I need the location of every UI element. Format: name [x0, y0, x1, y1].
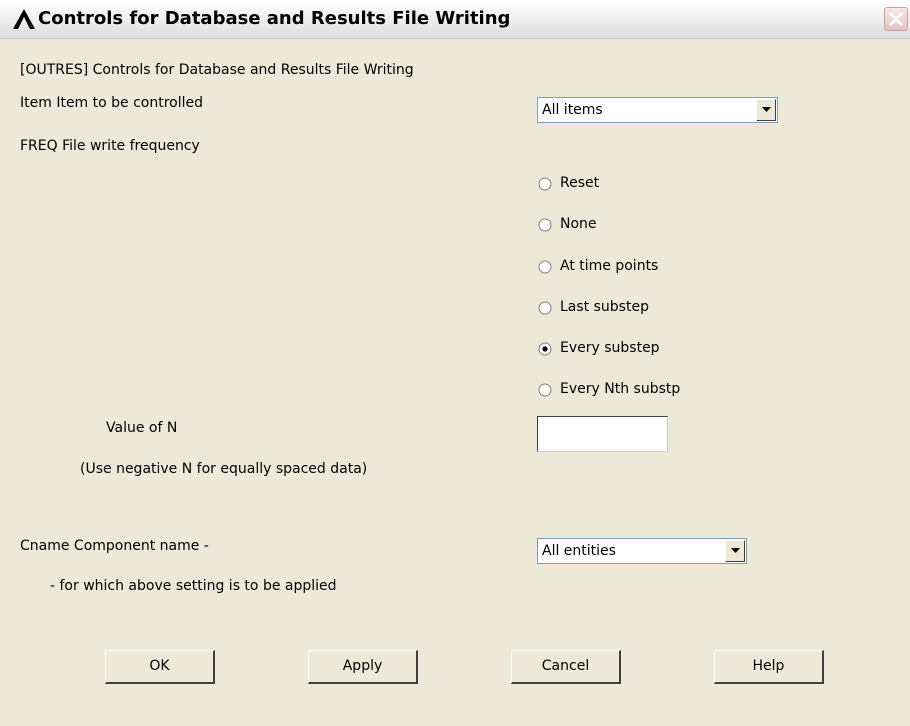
freq-label: FREQ File write frequency	[20, 138, 200, 154]
title-bar[interactable]: Controls for Database and Results File W…	[0, 0, 910, 39]
value-of-n-label: Value of N	[106, 420, 178, 436]
radio-button-icon[interactable]	[538, 218, 552, 232]
value-of-n-input[interactable]	[537, 416, 668, 452]
chevron-down-icon	[762, 107, 771, 112]
chevron-down-icon	[731, 548, 740, 553]
close-icon	[889, 12, 903, 26]
radio-button-selected-icon[interactable]	[538, 342, 552, 356]
cname-sublabel: - for which above setting is to be appli…	[50, 578, 337, 594]
item-dropdown-value: All items	[542, 102, 603, 118]
window-title: Controls for Database and Results File W…	[38, 8, 511, 29]
freq-option-label: None	[560, 216, 597, 232]
freq-option-label: Reset	[560, 175, 600, 191]
freq-option-label: Every substep	[560, 340, 660, 356]
help-button[interactable]: Help	[714, 650, 824, 684]
item-dropdown[interactable]: All items	[537, 97, 778, 123]
cancel-button[interactable]: Cancel	[511, 650, 621, 684]
value-of-n-hint: (Use negative N for equally spaced data)	[80, 461, 368, 477]
cname-dropdown[interactable]: All entities	[537, 538, 747, 564]
item-dropdown-button[interactable]	[756, 99, 776, 121]
radio-button-icon[interactable]	[538, 383, 552, 397]
ansys-logo-icon	[13, 9, 35, 29]
radio-button-icon[interactable]	[538, 177, 552, 191]
radio-button-icon[interactable]	[538, 260, 552, 274]
freq-option-label: Last substep	[560, 299, 649, 315]
radio-button-icon[interactable]	[538, 301, 552, 315]
apply-button[interactable]: Apply	[308, 650, 418, 684]
close-button[interactable]	[884, 7, 908, 31]
dialog-header-label: [OUTRES] Controls for Database and Resul…	[20, 62, 414, 78]
freq-option-label: Every Nth substp	[560, 381, 681, 397]
cname-dropdown-value: All entities	[542, 543, 616, 559]
freq-option-label: At time points	[560, 258, 659, 274]
ok-button[interactable]: OK	[105, 650, 215, 684]
item-label: Item Item to be controlled	[20, 95, 204, 111]
cname-label: Cname Component name -	[20, 538, 209, 554]
cname-dropdown-button[interactable]	[725, 540, 745, 562]
